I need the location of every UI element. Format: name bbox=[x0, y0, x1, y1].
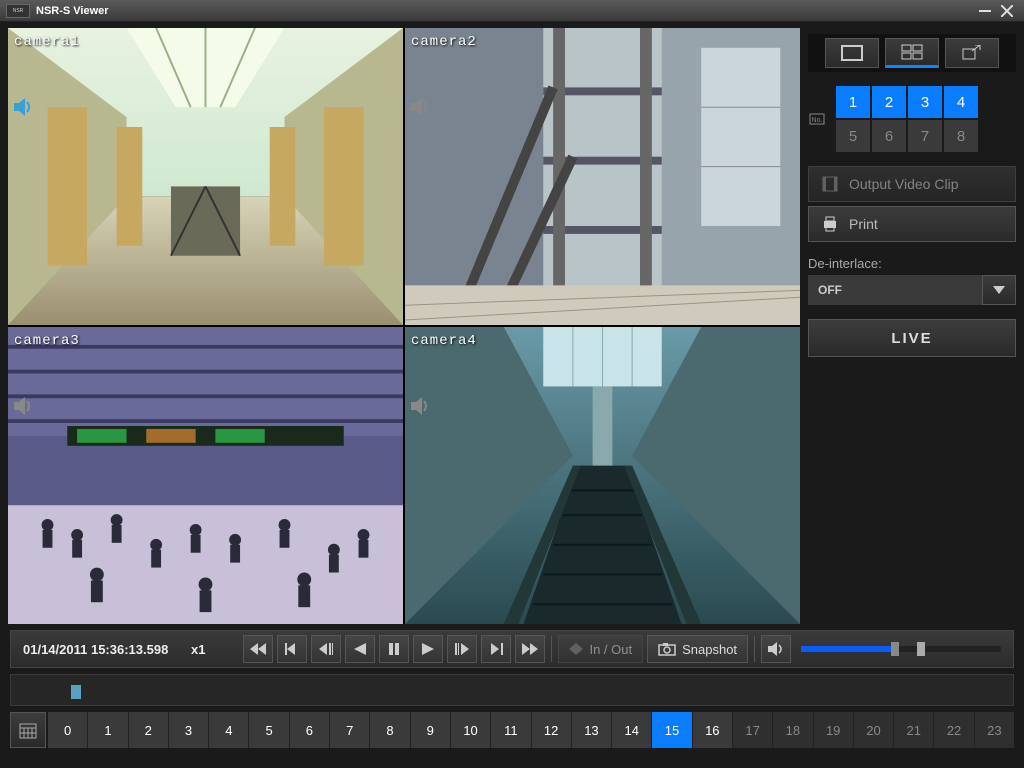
deinterlace-dropdown[interactable]: OFF bbox=[808, 275, 1016, 305]
audio-icon bbox=[411, 397, 431, 415]
play-button[interactable] bbox=[413, 635, 443, 663]
in-out-label: In / Out bbox=[589, 642, 632, 657]
layout-popout-button[interactable] bbox=[945, 38, 999, 68]
layout-single-button[interactable] bbox=[825, 38, 879, 68]
camera-number-5[interactable]: 5 bbox=[836, 120, 870, 152]
audio-icon bbox=[14, 397, 34, 415]
playback-timestamp: 01/14/2011 15:36:13.598 bbox=[17, 642, 187, 657]
hour-23[interactable]: 23 bbox=[975, 712, 1014, 748]
film-icon bbox=[821, 175, 839, 193]
camera-number-6[interactable]: 6 bbox=[872, 120, 906, 152]
snapshot-label: Snapshot bbox=[682, 642, 737, 657]
rewind-fast-button[interactable] bbox=[243, 635, 273, 663]
hour-7[interactable]: 7 bbox=[330, 712, 369, 748]
hour-8[interactable]: 8 bbox=[370, 712, 409, 748]
camera-tile-3[interactable]: camera3 bbox=[8, 327, 403, 624]
volume-slider[interactable] bbox=[801, 646, 1001, 652]
hour-9[interactable]: 9 bbox=[411, 712, 450, 748]
camera-number-7[interactable]: 7 bbox=[908, 120, 942, 152]
hour-19[interactable]: 19 bbox=[814, 712, 853, 748]
playback-speed: x1 bbox=[191, 642, 215, 657]
dropdown-arrow-icon[interactable] bbox=[982, 275, 1016, 305]
audio-icon bbox=[411, 98, 431, 116]
output-video-clip-label: Output Video Clip bbox=[849, 176, 958, 192]
hour-3[interactable]: 3 bbox=[169, 712, 208, 748]
live-label: LIVE bbox=[891, 330, 932, 347]
hour-21[interactable]: 21 bbox=[894, 712, 933, 748]
print-label: Print bbox=[849, 216, 878, 232]
window-title: NSR-S Viewer bbox=[36, 5, 974, 17]
camera-label: camera2 bbox=[411, 34, 477, 50]
live-button[interactable]: LIVE bbox=[808, 319, 1016, 357]
camera-number-2[interactable]: 2 bbox=[872, 86, 906, 118]
camera-number-1[interactable]: 1 bbox=[836, 86, 870, 118]
play-reverse-button[interactable] bbox=[345, 635, 375, 663]
camera-label: camera3 bbox=[14, 333, 80, 349]
hour-6[interactable]: 6 bbox=[290, 712, 329, 748]
separator bbox=[754, 636, 755, 662]
playback-controls: 01/14/2011 15:36:13.598 x1 In / Out Snap… bbox=[0, 624, 1024, 752]
hour-0[interactable]: 0 bbox=[48, 712, 87, 748]
camera-tile-1[interactable]: camera1 bbox=[8, 28, 403, 325]
camera-number-icon: No. bbox=[808, 110, 830, 128]
pause-button[interactable] bbox=[379, 635, 409, 663]
main-area: camera1 bbox=[0, 22, 1024, 624]
hour-15[interactable]: 15 bbox=[652, 712, 691, 748]
deinterlace-value: OFF bbox=[808, 275, 982, 305]
hour-2[interactable]: 2 bbox=[129, 712, 168, 748]
transport-bar: 01/14/2011 15:36:13.598 x1 In / Out Snap… bbox=[10, 630, 1014, 668]
camera-tile-4[interactable]: camera4 bbox=[405, 327, 800, 624]
hour-13[interactable]: 13 bbox=[572, 712, 611, 748]
deinterlace-label: De-interlace: bbox=[808, 256, 1016, 271]
camera-icon bbox=[658, 642, 676, 656]
separator bbox=[551, 636, 552, 662]
in-out-button[interactable]: In / Out bbox=[558, 635, 643, 663]
hour-5[interactable]: 5 bbox=[249, 712, 288, 748]
camera-tile-2[interactable]: camera2 bbox=[405, 28, 800, 325]
hours-row: 01234567891011121314151617181920212223 bbox=[10, 712, 1014, 748]
camera-label: camera1 bbox=[14, 34, 80, 50]
svg-text:No.: No. bbox=[812, 117, 823, 124]
camera-number-4[interactable]: 4 bbox=[944, 86, 978, 118]
prev-frame-button[interactable] bbox=[277, 635, 307, 663]
hour-grid: 01234567891011121314151617181920212223 bbox=[48, 712, 1014, 748]
hour-16[interactable]: 16 bbox=[693, 712, 732, 748]
hour-22[interactable]: 22 bbox=[934, 712, 973, 748]
side-panel: No. 1234 5678 Output Video Clip Print De-… bbox=[808, 28, 1016, 624]
timeline-track[interactable] bbox=[10, 674, 1014, 706]
calendar-button[interactable] bbox=[10, 712, 46, 748]
next-frame-button[interactable] bbox=[481, 635, 511, 663]
hour-20[interactable]: 20 bbox=[854, 712, 893, 748]
print-icon bbox=[821, 215, 839, 233]
audio-icon bbox=[14, 98, 34, 116]
print-button[interactable]: Print bbox=[808, 206, 1016, 242]
deinterlace-group: De-interlace: OFF bbox=[808, 256, 1016, 305]
hour-14[interactable]: 14 bbox=[612, 712, 651, 748]
hour-1[interactable]: 1 bbox=[88, 712, 127, 748]
hour-17[interactable]: 17 bbox=[733, 712, 772, 748]
minimize-button[interactable] bbox=[974, 4, 996, 18]
hour-4[interactable]: 4 bbox=[209, 712, 248, 748]
step-forward-button[interactable] bbox=[447, 635, 477, 663]
camera-label: camera4 bbox=[411, 333, 477, 349]
camera-number-selector: No. 1234 5678 bbox=[808, 86, 1016, 152]
video-grid: camera1 bbox=[8, 28, 800, 624]
layout-quad-button[interactable] bbox=[885, 38, 939, 68]
forward-fast-button[interactable] bbox=[515, 635, 545, 663]
hour-12[interactable]: 12 bbox=[532, 712, 571, 748]
layout-selector bbox=[808, 34, 1016, 72]
snapshot-button[interactable]: Snapshot bbox=[647, 635, 748, 663]
volume-button[interactable] bbox=[761, 635, 791, 663]
timeline-marker-icon[interactable] bbox=[71, 685, 81, 699]
hour-11[interactable]: 11 bbox=[491, 712, 530, 748]
app-logo-icon: NSR bbox=[6, 4, 30, 18]
hour-18[interactable]: 18 bbox=[773, 712, 812, 748]
title-bar: NSR NSR-S Viewer bbox=[0, 0, 1024, 22]
camera-number-8[interactable]: 8 bbox=[944, 120, 978, 152]
output-video-clip-button[interactable]: Output Video Clip bbox=[808, 166, 1016, 202]
close-button[interactable] bbox=[996, 4, 1018, 18]
hour-10[interactable]: 10 bbox=[451, 712, 490, 748]
step-back-button[interactable] bbox=[311, 635, 341, 663]
camera-number-3[interactable]: 3 bbox=[908, 86, 942, 118]
